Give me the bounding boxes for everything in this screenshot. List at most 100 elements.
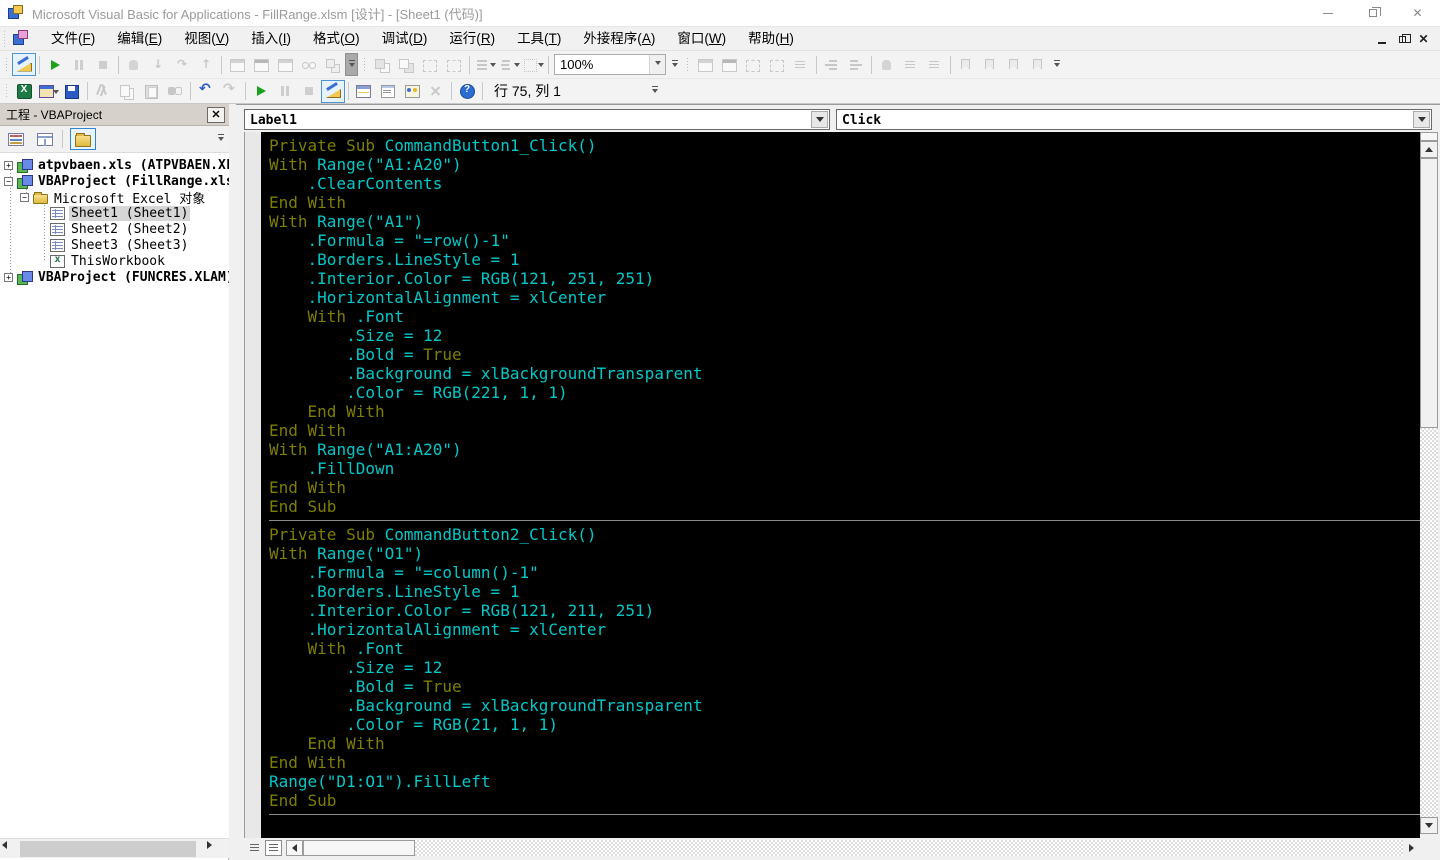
object-combobox[interactable]: Label1	[244, 109, 830, 130]
toolbox-button[interactable]	[424, 80, 448, 103]
code-line[interactable]: .Interior.Color = RGB(121, 251, 251)	[269, 269, 1420, 288]
run-button-2[interactable]	[249, 80, 273, 103]
reset-button-2[interactable]	[297, 80, 321, 103]
properties-window-button[interactable]	[376, 80, 400, 103]
menu-item-E[interactable]: 编辑(E)	[106, 27, 173, 51]
scroll-right-icon[interactable]	[1403, 840, 1420, 856]
scroll-right-icon[interactable]	[207, 841, 223, 857]
toggle-breakpoint-button[interactable]	[122, 53, 146, 76]
align-button[interactable]	[473, 53, 497, 76]
chevron-down-icon[interactable]	[649, 55, 665, 74]
copy-button[interactable]	[115, 80, 139, 103]
ungroup-button[interactable]	[442, 53, 466, 76]
toolbar-overflow[interactable]	[668, 53, 681, 76]
reset-button[interactable]	[91, 53, 115, 76]
scroll-left-icon[interactable]	[286, 840, 303, 856]
code-line[interactable]: .Color = RGB(21, 1, 1)	[269, 715, 1420, 734]
scroll-left-icon[interactable]	[2, 841, 18, 857]
code-vertical-scrollbar[interactable]	[1420, 132, 1438, 838]
menu-item-O[interactable]: 格式(O)	[302, 27, 371, 51]
toolbar-overflow[interactable]	[345, 53, 358, 76]
chevron-down-icon[interactable]	[538, 63, 544, 70]
code-line[interactable]: .Background = xlBackgroundTransparent	[269, 696, 1420, 715]
project-panel-titlebar[interactable]: 工程 - VBAProject ✕	[0, 104, 229, 126]
toolbar-grip[interactable]	[4, 82, 9, 100]
step-over-button[interactable]	[170, 53, 194, 76]
menu-item-T[interactable]: 工具(T)	[506, 27, 572, 51]
splitter-handle[interactable]	[1420, 132, 1438, 141]
close-icon[interactable]: ✕	[1395, 0, 1440, 26]
code-text[interactable]: Private Sub CommandButton1_Click() With R…	[269, 136, 1420, 838]
collapse-icon[interactable]: −	[20, 192, 29, 202]
code-line[interactable]: End With	[269, 193, 1420, 212]
view-excel-button[interactable]	[12, 80, 36, 103]
code-line[interactable]: End With	[269, 402, 1420, 421]
toolbar-grip[interactable]	[362, 55, 367, 74]
menu-item-V[interactable]: 视图(V)	[173, 27, 240, 51]
child-restore-icon[interactable]	[1392, 29, 1413, 49]
design-mode-button[interactable]	[12, 53, 36, 76]
code-line[interactable]: End With	[269, 753, 1420, 772]
menu-item-A[interactable]: 外接程序(A)	[572, 27, 666, 51]
undo-button[interactable]	[194, 80, 218, 103]
procedure-combobox[interactable]: Click	[836, 109, 1432, 130]
immediate-window-button[interactable]	[249, 53, 273, 76]
clear-bookmarks-button[interactable]	[1026, 53, 1050, 76]
code-line[interactable]: With .Font	[269, 307, 1420, 326]
cut-button[interactable]	[91, 80, 115, 103]
watch-window-button[interactable]	[273, 53, 297, 76]
scroll-down-icon[interactable]	[1420, 817, 1438, 834]
menu-item-F[interactable]: 文件(F)	[40, 27, 106, 51]
code-line[interactable]: Private Sub CommandButton2_Click()	[269, 525, 1420, 544]
code-line[interactable]: With Range("O1")	[269, 544, 1420, 563]
code-line[interactable]: .Size = 12	[269, 326, 1420, 345]
scrollbar-thumb[interactable]	[20, 841, 196, 857]
scrollbar-thumb[interactable]	[1420, 158, 1438, 428]
code-line[interactable]: With Range("A1")	[269, 212, 1420, 231]
outdent-button[interactable]	[844, 53, 868, 76]
previous-bookmark-button[interactable]	[1002, 53, 1026, 76]
child-close-icon[interactable]: ✕	[1413, 29, 1434, 49]
code-editor-surface[interactable]: Private Sub CommandButton1_Click() With R…	[261, 132, 1420, 838]
code-line[interactable]: With Range("A1:A20")	[269, 155, 1420, 174]
break-button[interactable]	[67, 53, 91, 76]
code-line[interactable]: .Bold = True	[269, 345, 1420, 364]
toolbar-overflow[interactable]	[649, 80, 662, 103]
tree-item-microsoft[interactable]: − Microsoft Excel 对象	[0, 189, 229, 205]
panel-close-icon[interactable]: ✕	[207, 106, 225, 123]
code-line[interactable]: With Range("A1:A20")	[269, 440, 1420, 459]
menu-grip[interactable]	[3, 30, 7, 47]
uncomment-block-button[interactable]	[923, 53, 947, 76]
code-line[interactable]: Range("D1:O1").FillLeft	[269, 772, 1420, 791]
code-line[interactable]: .HorizontalAlignment = xlCenter	[269, 620, 1420, 639]
bring-to-front-button[interactable]	[370, 53, 394, 76]
code-line[interactable]	[269, 819, 1420, 838]
locals-window-button[interactable]	[225, 53, 249, 76]
list-properties-button[interactable]	[693, 53, 717, 76]
paste-button[interactable]	[139, 80, 163, 103]
minimize-icon[interactable]	[1305, 0, 1350, 26]
chevron-down-icon[interactable]	[490, 63, 496, 70]
run-button[interactable]	[43, 53, 67, 76]
zoom-combobox[interactable]: 100%	[554, 54, 666, 75]
list-constants-button[interactable]	[717, 53, 741, 76]
tree-item-vbaproject[interactable]: + VBAProject (FUNCRES.XLAM)	[0, 269, 229, 285]
view-object-button[interactable]	[32, 128, 58, 150]
code-line[interactable]: End With	[269, 478, 1420, 497]
quick-info-button[interactable]	[741, 53, 765, 76]
help-button[interactable]	[455, 80, 479, 103]
project-panel-horizontal-scrollbar[interactable]	[0, 838, 229, 858]
code-line[interactable]: .Borders.LineStyle = 1	[269, 250, 1420, 269]
tree-item-sheet1[interactable]: Sheet1 (Sheet1)	[0, 205, 229, 221]
toggle-folders-button[interactable]	[70, 128, 96, 150]
tree-item-thisworkbook[interactable]: ThisWorkbook	[0, 253, 229, 269]
comment-block-button[interactable]	[899, 53, 923, 76]
menu-item-H[interactable]: 帮助(H)	[737, 27, 805, 51]
design-mode-button-2[interactable]	[321, 79, 345, 103]
code-line[interactable]: .Background = xlBackgroundTransparent	[269, 364, 1420, 383]
toolbar-overflow[interactable]	[1050, 53, 1063, 76]
code-line[interactable]: .ClearContents	[269, 174, 1420, 193]
redo-button[interactable]	[218, 80, 242, 103]
view-code-button[interactable]	[3, 128, 29, 150]
send-to-back-button[interactable]	[394, 53, 418, 76]
